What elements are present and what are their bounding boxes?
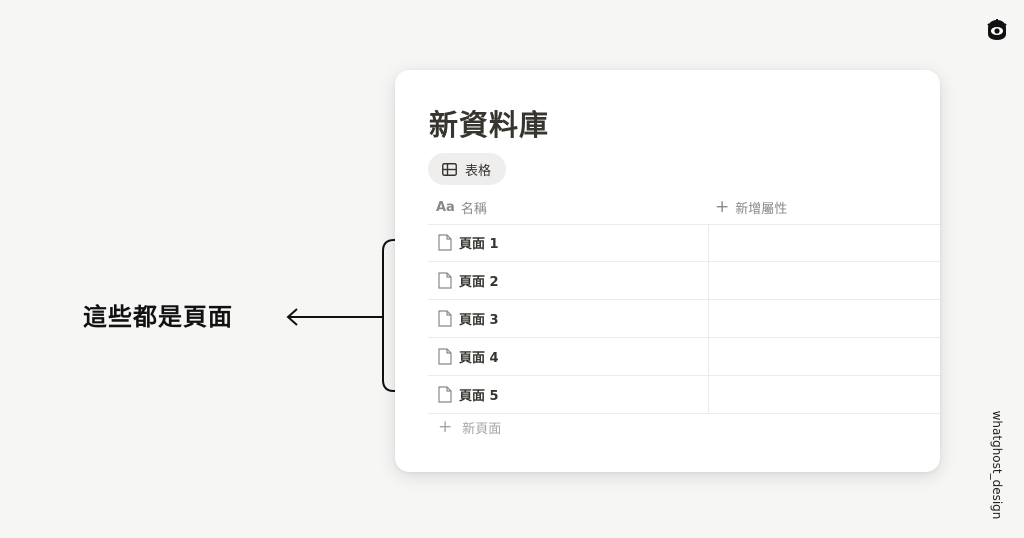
- table-icon: [442, 162, 457, 176]
- view-tab-label: 表格: [465, 163, 492, 179]
- new-page-button[interactable]: + 新頁面: [438, 417, 502, 438]
- page-icon: [438, 386, 452, 403]
- row-name-cell[interactable]: 頁面 3: [428, 309, 499, 328]
- row-name: 頁面 2: [459, 275, 499, 290]
- row-name: 頁面 1: [459, 237, 499, 252]
- plus-icon: +: [715, 196, 730, 217]
- page-icon: [438, 272, 452, 289]
- row-name-cell[interactable]: 頁面 4: [428, 347, 499, 366]
- table-row[interactable]: 頁面 4: [428, 338, 940, 376]
- table-body: 頁面 1 頁面 2 頁面 3 頁面 4 頁面 5: [428, 224, 940, 414]
- brand-handle: whatghost_design: [990, 410, 1004, 520]
- database-title[interactable]: 新資料庫: [429, 102, 549, 144]
- new-page-label: 新頁面: [462, 422, 502, 437]
- row-name-cell[interactable]: 頁面 2: [428, 271, 499, 290]
- table-row[interactable]: 頁面 3: [428, 300, 940, 338]
- table-header: Aa 名稱 + 新增屬性: [428, 190, 940, 225]
- add-property-button[interactable]: + 新增屬性: [715, 190, 787, 224]
- view-tab-table[interactable]: 表格: [428, 153, 506, 185]
- page-icon: [438, 234, 452, 251]
- row-name: 頁面 4: [459, 351, 499, 366]
- table-row[interactable]: 頁面 2: [428, 262, 940, 300]
- page-icon: [438, 310, 452, 327]
- table-row[interactable]: 頁面 5: [428, 376, 940, 414]
- annotation-label: 這些都是頁面: [83, 303, 233, 331]
- column-header-name[interactable]: Aa 名稱: [436, 190, 487, 224]
- table-row[interactable]: 頁面 1: [428, 224, 940, 262]
- add-property-label: 新增屬性: [735, 201, 788, 217]
- row-name-cell[interactable]: 頁面 1: [428, 233, 499, 252]
- text-property-icon: Aa: [436, 199, 455, 215]
- row-name: 頁面 3: [459, 313, 499, 328]
- plus-icon: +: [438, 417, 453, 437]
- page-icon: [438, 348, 452, 365]
- database-card: 新資料庫 表格 Aa 名稱 + 新增屬性 頁面 1 頁面 2 頁面 3 頁面 4…: [395, 70, 940, 472]
- row-name: 頁面 5: [459, 389, 499, 404]
- ghost-eye-logo-icon: [987, 19, 1007, 40]
- column-header-name-label: 名稱: [460, 201, 487, 217]
- row-name-cell[interactable]: 頁面 5: [428, 385, 499, 404]
